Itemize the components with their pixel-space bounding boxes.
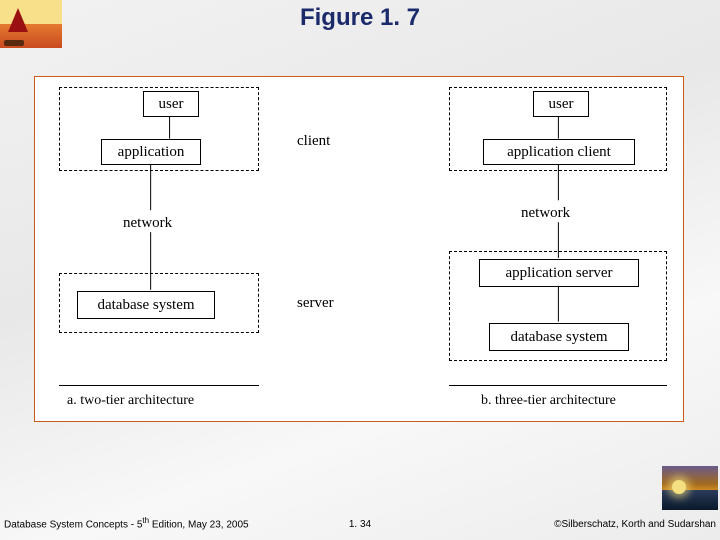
user-box-right: user xyxy=(533,91,589,117)
client-label: client xyxy=(297,133,330,150)
application-server-box: application server xyxy=(479,259,639,287)
caption-divider-right xyxy=(449,385,667,386)
footer: Database System Concepts - 5th Edition, … xyxy=(0,510,720,530)
page-title: Figure 1. 7 xyxy=(0,4,720,32)
database-system-box-right: database system xyxy=(489,323,629,351)
network-label-right: network xyxy=(521,205,570,222)
footer-right: ©Silberschatz, Korth and Sudarshan xyxy=(554,519,716,530)
network-label-left: network xyxy=(123,215,172,232)
caption-right: b. three-tier architecture xyxy=(481,393,616,409)
figure-panel: user application client network database… xyxy=(34,76,684,422)
database-system-box-left: database system xyxy=(77,291,215,319)
caption-left: a. two-tier architecture xyxy=(67,393,194,409)
user-box-left: user xyxy=(143,91,199,117)
caption-divider-left xyxy=(59,385,259,386)
application-box-left: application xyxy=(101,139,201,165)
sunset-water-icon xyxy=(662,466,718,510)
application-client-box: application client xyxy=(483,139,635,165)
server-label: server xyxy=(297,295,334,312)
